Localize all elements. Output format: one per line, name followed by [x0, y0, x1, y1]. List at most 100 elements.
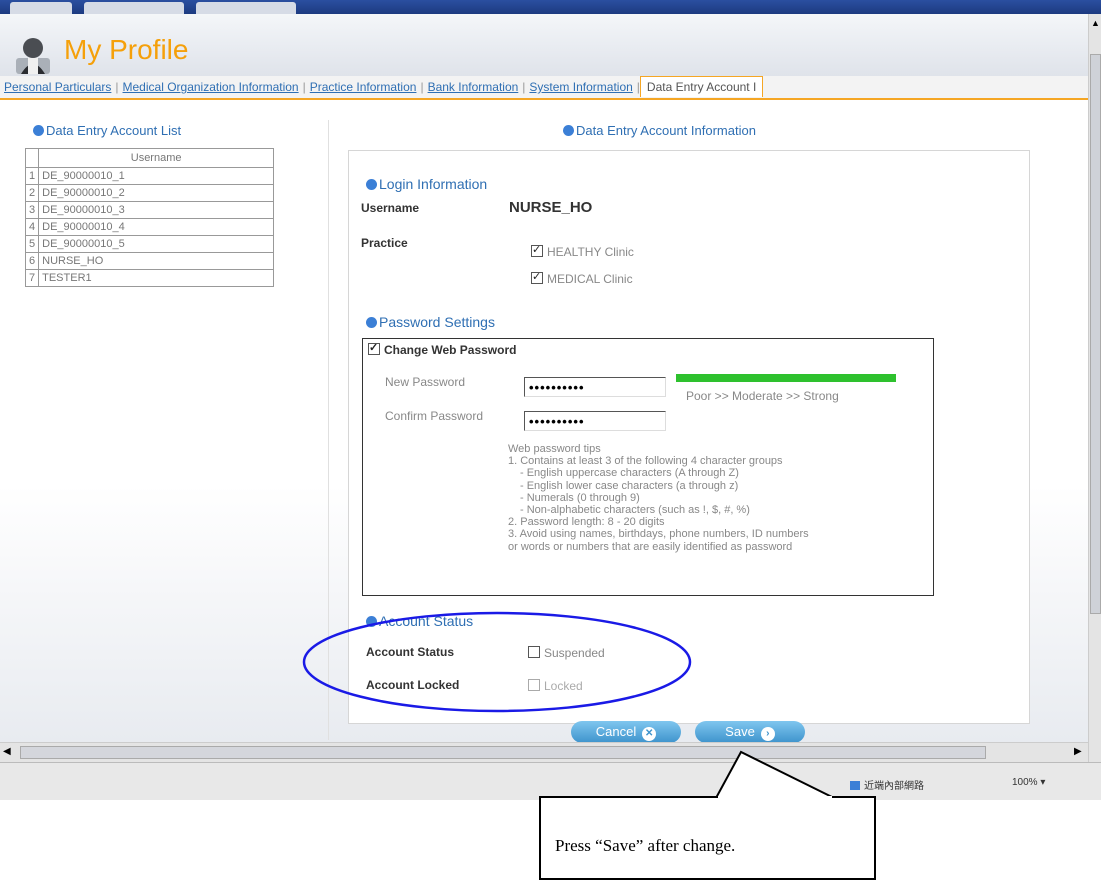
checkbox-checked-icon[interactable] [368, 341, 380, 355]
checkbox-unchecked-icon[interactable] [528, 646, 540, 658]
account-info-title-text: Data Entry Account Information [576, 123, 756, 138]
password-tip-line: 3. Avoid using names, birthdays, phone n… [508, 528, 809, 541]
password-strength-bar [676, 374, 896, 382]
confirm-password-field[interactable]: •••••••••• [524, 411, 666, 431]
password-settings-section-title: Password Settings [366, 314, 495, 330]
tab-personal-particulars[interactable]: Personal Particulars [0, 77, 115, 97]
bullet-icon [366, 317, 377, 328]
change-password-label: Change Web Password [384, 343, 517, 357]
row-username[interactable]: NURSE_HO [38, 252, 275, 270]
row-number: 2 [24, 184, 40, 202]
account-list-title: Data Entry Account List [33, 123, 181, 138]
browser-tab[interactable] [84, 2, 184, 14]
panel-divider [328, 120, 329, 740]
browser-tab[interactable] [196, 2, 296, 14]
save-button-label: Save [725, 724, 755, 739]
vertical-scrollbar[interactable]: ▲ [1088, 14, 1101, 762]
save-button[interactable]: Save › [695, 721, 805, 743]
row-number: 5 [24, 235, 40, 253]
cancel-button[interactable]: Cancel ✕ [571, 721, 681, 743]
username-label: Username [361, 201, 420, 215]
password-tip-line: - Numerals (0 through 9) [520, 491, 640, 504]
column-header-username: Username [38, 148, 275, 168]
row-username[interactable]: DE_90000010_2 [38, 184, 275, 202]
suspended-checkbox-row[interactable]: Suspended [528, 646, 605, 660]
row-number: 4 [24, 218, 40, 236]
row-username[interactable]: DE_90000010_3 [38, 201, 275, 219]
tab-data-entry-account[interactable]: Data Entry Account I [639, 76, 764, 97]
row-username[interactable]: DE_90000010_1 [38, 167, 275, 185]
table-row[interactable]: 1 DE_90000010_1 [24, 167, 275, 185]
vertical-scroll-thumb[interactable] [1090, 54, 1101, 614]
browser-tab[interactable] [10, 2, 72, 14]
table-row[interactable]: 2 DE_90000010_2 [24, 184, 275, 202]
zoom-level[interactable]: 100% ▾ [1012, 777, 1045, 788]
password-tip-line: - English uppercase characters (A throug… [520, 467, 739, 480]
checkbox-checked-icon[interactable] [531, 243, 543, 257]
practice-option-healthy[interactable]: HEALTHY Clinic [531, 243, 634, 259]
bullet-icon [366, 616, 377, 627]
table-row[interactable]: 6 NURSE_HO [24, 252, 275, 270]
row-number: 1 [24, 167, 40, 185]
login-info-section-title: Login Information [366, 176, 487, 192]
password-strength-labels: Poor >> Moderate >> Strong [686, 389, 839, 403]
account-list-title-text: Data Entry Account List [46, 123, 182, 138]
table-row[interactable]: 3 DE_90000010_3 [24, 201, 275, 219]
tab-system-information[interactable]: System Information [525, 77, 636, 97]
practice-option-label: HEALTHY Clinic [547, 245, 634, 259]
page-title: My Profile [64, 34, 189, 65]
suspended-label: Suspended [544, 646, 605, 660]
row-username[interactable]: DE_90000010_5 [38, 235, 275, 253]
account-status-section-title: Account Status [366, 613, 473, 629]
password-settings-title-text: Password Settings [379, 314, 495, 330]
callout-text: Press “Save” after change. [555, 836, 736, 855]
password-tip-line: or words or numbers that are easily iden… [508, 540, 793, 553]
column-header-num [24, 148, 40, 168]
table-row[interactable]: 4 DE_90000010_4 [24, 218, 275, 236]
table-row[interactable]: 5 DE_90000010_5 [24, 235, 275, 253]
scroll-right-icon[interactable]: ▶ [1074, 746, 1082, 757]
page-header: My Profile [0, 14, 1088, 76]
tab-medical-organization[interactable]: Medical Organization Information [119, 77, 303, 97]
bullet-icon [563, 125, 574, 136]
screenshot-window: My Profile Personal Particulars | Medical … [0, 0, 1101, 800]
scroll-up-icon[interactable]: ▲ [1090, 18, 1101, 32]
checkbox-checked-icon[interactable] [531, 270, 543, 284]
password-tip-line: 2. Password length: 8 - 20 digits [508, 516, 665, 529]
practice-option-medical[interactable]: MEDICAL Clinic [531, 270, 633, 286]
row-number: 7 [24, 269, 40, 287]
zoom-value: 100% [1012, 777, 1038, 788]
bullet-icon [33, 125, 44, 136]
browser-status-bar: 近端內部網路 100% ▾ [0, 762, 1101, 800]
row-username[interactable]: TESTER1 [38, 269, 275, 287]
locked-label: Locked [544, 679, 583, 693]
new-password-field[interactable]: •••••••••• [524, 377, 666, 397]
password-tip-line: - Non-alphabetic characters (such as !, … [520, 504, 750, 517]
row-username[interactable]: DE_90000010_4 [38, 218, 275, 236]
scroll-left-icon[interactable]: ◀ [3, 746, 11, 757]
bullet-icon [366, 179, 377, 190]
profile-tabs: Personal Particulars | Medical Organizatio… [0, 76, 1088, 100]
horizontal-scroll-thumb[interactable] [20, 746, 986, 759]
security-zone-label: 近端內部網路 [864, 781, 924, 792]
account-status-label: Account Status [366, 645, 455, 659]
change-password-checkbox-row[interactable]: Change Web Password [368, 341, 517, 357]
horizontal-scrollbar[interactable]: ◀ ▶ [0, 742, 1088, 763]
row-number: 6 [24, 252, 40, 270]
login-info-title-text: Login Information [379, 176, 488, 192]
practice-label: Practice [361, 236, 408, 250]
callout-pointer-gap [718, 796, 832, 799]
account-list-table: Username 1 DE_90000010_1 2 DE_90000010_2 3… [24, 148, 275, 287]
close-icon: ✕ [642, 727, 657, 741]
username-value: NURSE_HO [509, 199, 593, 216]
password-tip-line: 1. Contains at least 3 of the following … [508, 455, 783, 468]
profile-avatar-icon [16, 38, 50, 74]
row-number: 3 [24, 201, 40, 219]
locked-checkbox-row: Locked [528, 679, 583, 693]
confirm-password-label: Confirm Password [385, 409, 484, 423]
tab-bank-information[interactable]: Bank Information [424, 77, 523, 97]
cancel-button-label: Cancel [595, 724, 637, 739]
network-zone-icon [850, 781, 860, 790]
tab-practice-information[interactable]: Practice Information [306, 77, 421, 97]
table-row[interactable]: 7 TESTER1 [24, 269, 275, 287]
